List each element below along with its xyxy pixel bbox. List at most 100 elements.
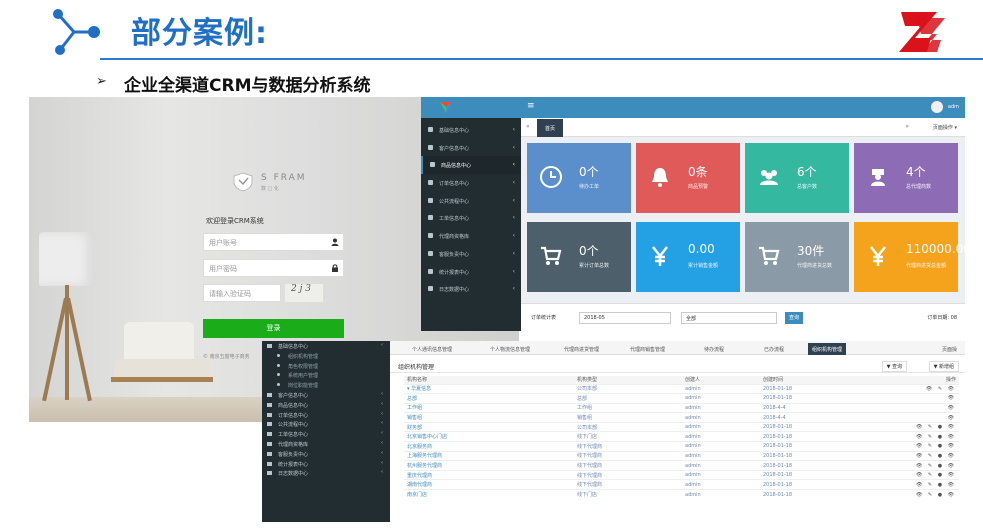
user-avatar[interactable]: [931, 101, 943, 113]
table-row[interactable]: 北京销售中心门店 线下门店 admin 2018-01-18 👁 ✎ ● 👁: [404, 431, 959, 442]
menu-item-icon: [267, 344, 272, 348]
sidebar-subitem[interactable]: 系统用户管理: [262, 370, 390, 380]
sidebar-item[interactable]: 日志数据中心 ‹: [421, 280, 521, 298]
stat-tile[interactable]: 30件 代理商进货总数: [745, 222, 849, 292]
row-actions[interactable]: 👁: [878, 412, 959, 423]
user-icon: [331, 238, 339, 246]
query-button[interactable]: 查询: [785, 312, 803, 324]
sidebar-item[interactable]: 订单信息中心 ‹: [262, 410, 390, 420]
org-search-button[interactable]: ▼ 查询: [881, 361, 907, 372]
sidebar-item[interactable]: 公共流程中心 ‹: [262, 419, 390, 429]
org-add-button[interactable]: ▼ 新增组: [928, 361, 959, 372]
tab-5[interactable]: 已办流程: [760, 343, 788, 355]
stat-tile[interactable]: 0.00 累计销售金额: [636, 222, 740, 292]
table-row[interactable]: 上海服务代理商 线下代理商 admin 2018-01-18 👁 ✎ ● 👁: [404, 450, 959, 461]
table-row[interactable]: 总部 总部 admin 2018-01-18 👁: [404, 393, 959, 404]
hamburger-menu-icon[interactable]: ≡: [527, 101, 535, 111]
filter-date-input[interactable]: 2018-05: [579, 312, 671, 324]
table-row[interactable]: 销售组 销售组 admin 2018-4-4 👁: [404, 412, 959, 423]
page-ops-menu[interactable]: 页面操作 ▾: [933, 124, 957, 131]
table-cell: 财务部: [404, 421, 574, 432]
stat-tile[interactable]: 6个 总客户数: [745, 143, 849, 213]
row-actions[interactable]: 👁 ✎ ● 👁: [878, 450, 959, 461]
chevron-left-icon: ‹: [512, 249, 515, 257]
tab-2[interactable]: 代理商进货管理: [560, 343, 603, 355]
row-actions[interactable]: 👁 ✎ ● 👁: [878, 479, 959, 490]
row-actions[interactable]: 👁: [878, 402, 959, 413]
captcha-input[interactable]: 请输入验证码: [203, 284, 281, 302]
table-cell: 2018-01-18: [760, 469, 878, 480]
tab-0[interactable]: 个人通讯信息管理: [408, 343, 456, 355]
sidebar-item[interactable]: 基础信息中心 ‹: [262, 341, 390, 351]
row-actions[interactable]: 👁: [878, 393, 959, 404]
stat-label: 代理商进货总数: [797, 263, 833, 269]
sidebar-item[interactable]: 工单信息中心 ‹: [262, 429, 390, 439]
stat-tile[interactable]: 0个 累计订单总数: [527, 222, 631, 292]
tab-1[interactable]: 个人物流信息管理: [486, 343, 534, 355]
org-table-header: 机构名称 机构类型 创建人 创建时间 操作: [404, 376, 959, 384]
row-actions[interactable]: 👁 ✎ ● 👁: [878, 421, 959, 432]
sidebar-item[interactable]: 商品信息中心 ‹: [262, 400, 390, 410]
row-actions[interactable]: 👁 ✎ ● 👁: [878, 489, 959, 500]
sidebar-item[interactable]: 代理商资格库 ‹: [262, 439, 390, 449]
table-row[interactable]: 重庆代理商 线下代理商 admin 2018-01-18 👁 ✎ ● 👁: [404, 469, 959, 480]
stat-value: 0个: [579, 244, 599, 258]
menu-item-icon: [267, 461, 272, 466]
table-row[interactable]: 北京服务商 线下代理商 admin 2018-01-18 👁 ✎ ● 👁: [404, 441, 959, 452]
stat-tile[interactable]: 0个 待办工单: [527, 143, 631, 213]
company-footer: © 南京五窗电子商务: [203, 354, 250, 360]
tab-home[interactable]: 首页: [537, 119, 564, 137]
table-cell: 2018-01-18: [760, 421, 878, 432]
sidebar-item[interactable]: 客服负责中心 ‹: [421, 245, 521, 263]
login-button[interactable]: 登录: [203, 319, 344, 338]
sidebar-item[interactable]: 统计报表中心 ‹: [421, 263, 521, 281]
row-actions[interactable]: 👁 ✎ ● 👁: [878, 441, 959, 452]
tab-3[interactable]: 代理商销售管理: [626, 343, 669, 355]
sidebar-item[interactable]: 公共流程中心 ‹: [421, 192, 521, 210]
column-header: 操作: [878, 376, 959, 384]
dashboard-screenshot: 基础信息中心 ‹ 客户信息中心 ‹ 商品信息中心 ‹ 订单信息中心 ‹ 公共流程中心 ‹ 工单信息中…: [421, 97, 965, 331]
table-row[interactable]: 杭州服务代理商 线下代理商 admin 2018-01-18 👁 ✎ ● 👁: [404, 460, 959, 471]
org-page-ops[interactable]: 页面操: [938, 343, 961, 355]
sidebar-item[interactable]: 客服负责中心 ‹: [262, 449, 390, 459]
sidebar-item[interactable]: 代理商资格库 ‹: [421, 227, 521, 245]
captcha-image[interactable]: 2 j 3: [285, 284, 323, 302]
row-actions[interactable]: 👁 ✎ 👁: [878, 383, 959, 394]
header-rule: [100, 58, 983, 60]
row-actions[interactable]: 👁 ✎ ● 👁: [878, 431, 959, 442]
sidebar-item[interactable]: 统计报表中心 ‹: [262, 459, 390, 469]
cart-icon: [541, 246, 562, 265]
sidebar-subitem[interactable]: 岗位职能管理: [262, 380, 390, 390]
sidebar-item[interactable]: 客户信息中心 ‹: [421, 139, 521, 157]
table-row[interactable]: 财务部 公司本部 admin 2018-01-18 👁 ✎ ● 👁: [404, 421, 959, 432]
stat-tile[interactable]: 110000.00 代理商进货总金额: [854, 222, 965, 292]
sidebar-item[interactable]: 客户信息中心 ‹: [262, 390, 390, 400]
table-cell: 线下门店: [574, 431, 682, 442]
sidebar-subitem[interactable]: 角色权限管理: [262, 361, 390, 371]
sidebar-item[interactable]: 基础信息中心 ‹: [421, 121, 521, 139]
sidebar-item[interactable]: 日志数据中心 ‹: [262, 468, 390, 478]
table-row[interactable]: 湖南代理商 线下代理商 admin 2018-01-18 👁 ✎ ● 👁: [404, 479, 959, 490]
tab-4[interactable]: 待办流程: [700, 343, 728, 355]
tab-scroll-right-icon[interactable]: »: [905, 123, 909, 130]
table-cell: 北京服务商: [404, 441, 574, 452]
tab-scroll-left-icon[interactable]: «: [526, 123, 530, 130]
clock-icon: [540, 166, 562, 188]
sidebar-subitem[interactable]: 组织机构管理: [262, 351, 390, 361]
tab-6[interactable]: 组织机构管理: [808, 343, 847, 355]
sidebar-item[interactable]: 商品信息中心 ‹: [421, 156, 521, 175]
username-input[interactable]: 用户账号: [203, 233, 344, 251]
stat-tile[interactable]: 4个 总代理商数: [854, 143, 958, 213]
row-actions[interactable]: 👁 ✎ ● 👁: [878, 460, 959, 471]
password-input[interactable]: 用户密码: [203, 259, 344, 277]
stat-tile[interactable]: 0条 商品预警: [636, 143, 740, 213]
row-actions[interactable]: 👁 ✎ ● 👁: [878, 469, 959, 480]
table-row[interactable]: 南京门店 线下门店 admin 2018-01-18 👁 ✎ ● 👁: [404, 489, 959, 500]
sidebar-item[interactable]: 工单信息中心 ‹: [421, 209, 521, 227]
chevron-left-icon: ‹: [512, 214, 515, 222]
table-row[interactable]: 工作组 工作组 admin 2018-4-4 👁: [404, 402, 959, 413]
filter-select[interactable]: 全部: [681, 312, 777, 324]
table-cell: 北京销售中心门店: [404, 431, 574, 442]
sidebar-item[interactable]: 订单信息中心 ‹: [421, 174, 521, 192]
table-row[interactable]: ▾ 华夏信息 公司本部 admin 2018-01-18 👁 ✎ 👁: [404, 383, 959, 394]
